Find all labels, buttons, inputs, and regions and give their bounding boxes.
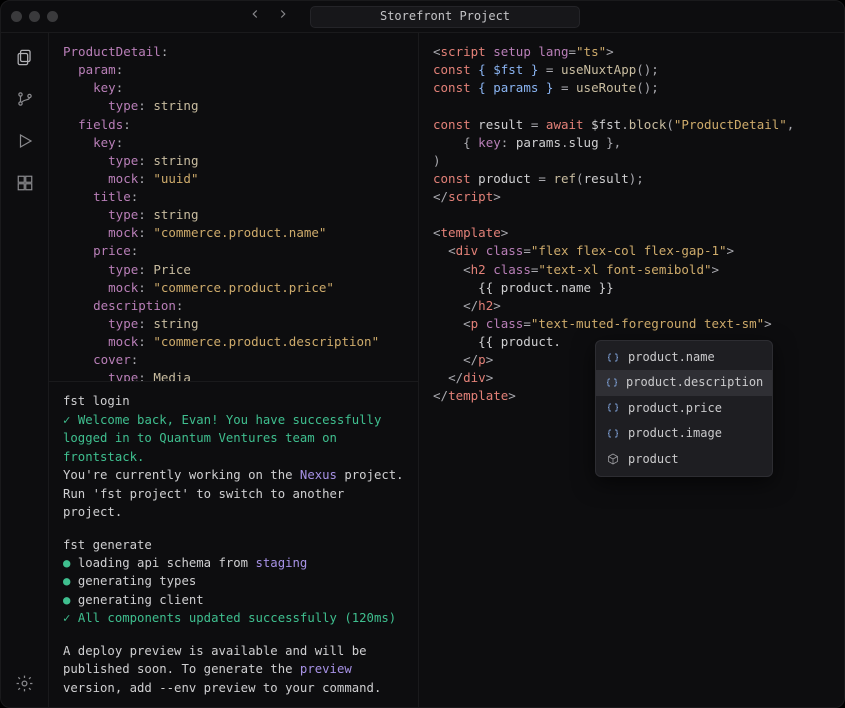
autocomplete-label: product.image (628, 425, 722, 442)
autocomplete-popup: product.name product.description product.p… (595, 340, 773, 477)
forward-icon[interactable] (276, 7, 290, 26)
schema-editor[interactable]: ProductDetail: param: key: type: string … (49, 33, 418, 381)
branch-icon[interactable] (15, 89, 35, 109)
extensions-icon[interactable] (15, 173, 35, 193)
terminal[interactable]: fst loginWelcome back, Evan! You have su… (49, 381, 418, 707)
autocomplete-item[interactable]: product.price (596, 396, 772, 421)
autocomplete-item[interactable]: product.description (596, 370, 772, 395)
autocomplete-label: product.description (626, 374, 763, 391)
terminal-command: fst generate (63, 536, 404, 554)
nav-arrows (248, 7, 290, 26)
files-icon[interactable] (15, 47, 35, 67)
back-icon[interactable] (248, 7, 262, 26)
editor-window: Storefront Project ProductDetail: (0, 0, 845, 708)
autocomplete-item[interactable]: product.name (596, 345, 772, 370)
autocomplete-item[interactable]: product.image (596, 421, 772, 446)
autocomplete-label: product.name (628, 349, 715, 366)
title-search[interactable]: Storefront Project (310, 6, 580, 28)
minimize-dot[interactable] (29, 11, 40, 22)
cube-icon (606, 452, 620, 466)
left-column: ProductDetail: param: key: type: string … (49, 33, 419, 707)
run-icon[interactable] (15, 131, 35, 151)
brackets-icon (606, 427, 620, 441)
body: ProductDetail: param: key: type: string … (1, 33, 844, 707)
main-area: ProductDetail: param: key: type: string … (49, 33, 844, 707)
terminal-command: fst login (63, 392, 404, 410)
window-controls (11, 11, 58, 22)
titlebar: Storefront Project (1, 1, 844, 33)
title-text: Storefront Project (380, 8, 510, 25)
activity-bar (1, 33, 49, 707)
close-dot[interactable] (11, 11, 22, 22)
gear-icon[interactable] (15, 673, 35, 693)
autocomplete-label: product (628, 451, 679, 468)
autocomplete-label: product.price (628, 400, 722, 417)
brackets-icon (606, 401, 620, 415)
brackets-icon (606, 351, 620, 365)
zoom-dot[interactable] (47, 11, 58, 22)
brackets-icon (606, 376, 618, 390)
autocomplete-item[interactable]: product (596, 447, 772, 472)
